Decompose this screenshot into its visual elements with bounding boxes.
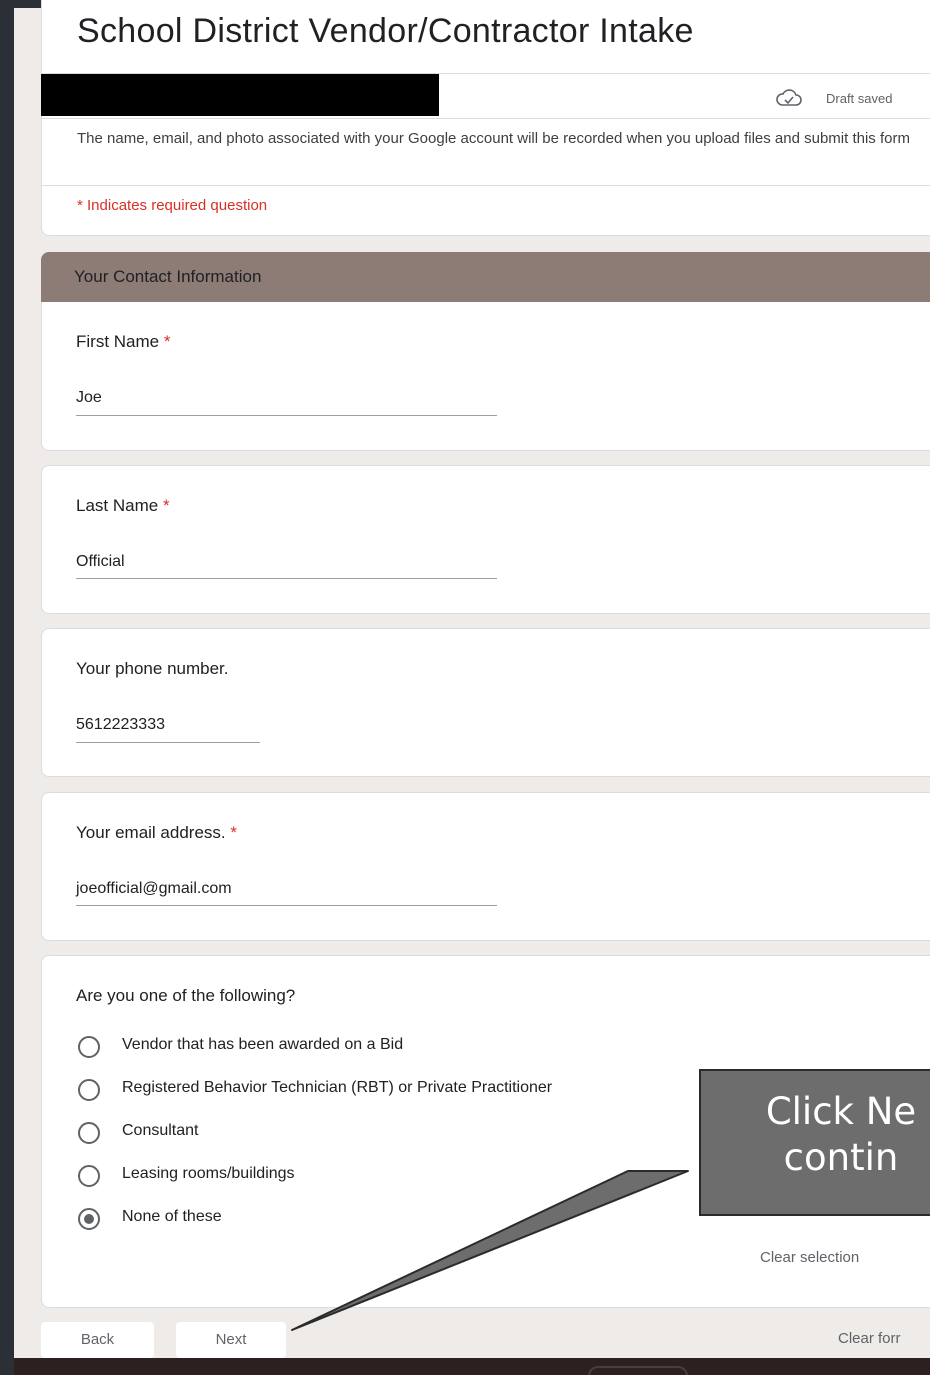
required-question-note: * Indicates required question [77,197,268,214]
radio-consultant[interactable] [78,1122,100,1144]
email-input[interactable]: joeofficial@gmail.com [76,880,232,898]
phone-underline [76,742,260,743]
phone-label-text: Your phone number. [76,659,229,678]
option-label-consultant[interactable]: Consultant [122,1122,199,1140]
screenshot-stage: School District Vendor/Contractor Intake… [0,0,930,1375]
option-label-vendor[interactable]: Vendor that has been awarded on a Bid [122,1036,403,1054]
last-name-card [41,465,930,614]
slide-left-edge [0,0,14,1375]
email-label: Your email address. * [76,823,237,843]
option-label-rbt[interactable]: Registered Behavior Technician (RBT) or … [122,1079,552,1097]
required-asterisk: * [162,496,170,515]
required-asterisk: * [230,823,237,842]
phone-card [41,628,930,777]
bottom-bar-tab [588,1366,688,1375]
back-button[interactable]: Back [41,1322,154,1358]
radio-leasing[interactable] [78,1165,100,1187]
last-name-label-text: Last Name [76,496,159,515]
email-card [41,792,930,941]
next-button[interactable]: Next [176,1322,286,1358]
radio-vendor[interactable] [78,1036,100,1058]
notice-divider-top [41,118,930,119]
clear-selection-link[interactable]: Clear selection [760,1249,859,1266]
required-asterisk: * [163,332,171,351]
first-name-label: First Name * [76,332,170,352]
notice-divider-bottom [41,185,930,186]
first-name-underline [76,415,497,416]
option-label-leasing[interactable]: Leasing rooms/buildings [122,1165,295,1183]
section-title: Your Contact Information [74,267,262,286]
first-name-label-text: First Name [76,332,160,351]
account-notice: The name, email, and photo associated wi… [77,130,910,147]
form-title: School District Vendor/Contractor Intake [77,12,694,50]
role-label: Are you one of the following? [76,986,296,1005]
redacted-account-bar [41,74,439,116]
phone-input[interactable]: 5612223333 [76,716,165,734]
last-name-input[interactable]: Official [76,553,125,571]
cloud-check-icon [776,89,802,106]
option-label-none[interactable]: None of these [122,1208,222,1226]
first-name-input[interactable]: Joe [76,389,102,407]
bottom-dark-bar [14,1358,930,1375]
radio-none-selected[interactable] [78,1208,100,1230]
last-name-label: Last Name * [76,496,170,516]
draft-status: Draft saved [826,91,893,106]
email-underline [76,905,497,906]
phone-label: Your phone number. [76,659,229,679]
clear-form-link[interactable]: Clear forr [838,1330,901,1347]
instruction-callout: Click Ne contin [699,1069,930,1216]
radio-rbt[interactable] [78,1079,100,1101]
last-name-underline [76,578,497,579]
callout-text: Click Ne contin [765,1090,917,1179]
email-label-text: Your email address. [76,823,226,842]
